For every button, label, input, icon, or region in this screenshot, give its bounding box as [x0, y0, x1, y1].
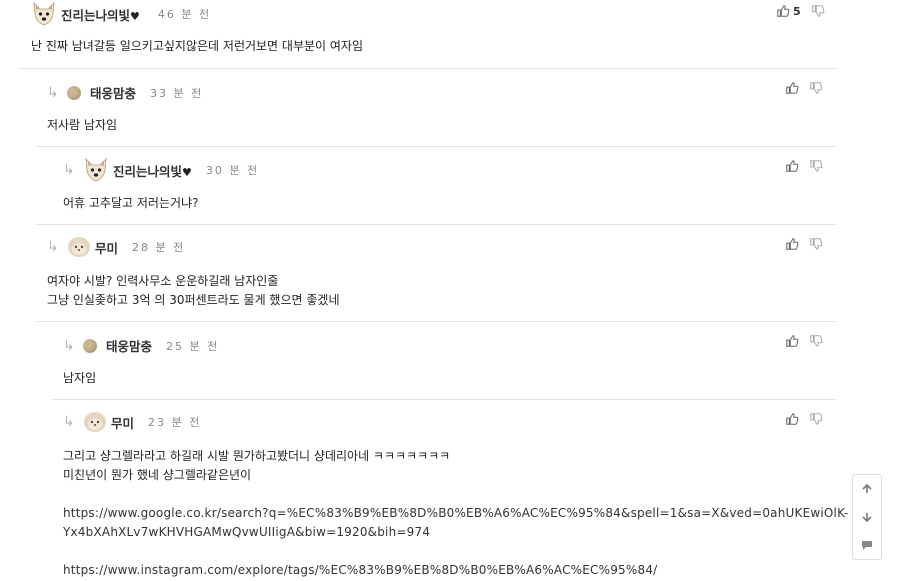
avatar[interactable]: [83, 338, 97, 353]
author-name[interactable]: 무미: [111, 413, 134, 432]
thumbs-up-icon[interactable]: [785, 412, 799, 426]
comment-text-line: 그리고 샹그렐라라고 하길래 시발 뭔가하고봤더니 샹데리아네 ㅋㅋㅋㅋㅋㅋㅋ: [63, 449, 451, 463]
comment-text: 어휴 고추달고 저러는거냐?: [63, 196, 199, 210]
author-name[interactable]: 태웅맘충: [90, 83, 136, 102]
vote-controls: [785, 412, 823, 426]
thumbs-down-icon[interactable]: [809, 81, 823, 95]
comment-text: 난 진짜 남녀갈등 일으키고싶지않은데 저런거보면 대부분이 여자임: [31, 39, 364, 53]
timestamp: 25 분 전: [166, 339, 220, 353]
reply-arrow-icon: ↳: [47, 239, 59, 255]
comment-text: 남자임: [63, 371, 97, 385]
author-name[interactable]: 진리는나의빛♥: [61, 5, 140, 24]
author-name[interactable]: 무미: [95, 238, 118, 257]
comment-link[interactable]: https://www.instagram.com/explore/tags/%…: [63, 561, 657, 580]
comment-header: ↳ 진리는나의빛♥ 30 분 전: [63, 158, 259, 182]
comment-button[interactable]: [857, 535, 877, 555]
timestamp: 30 분 전: [205, 164, 260, 177]
vote-controls: [785, 159, 823, 173]
scroll-up-button[interactable]: [857, 479, 877, 499]
reply-arrow-icon: ↳: [63, 337, 75, 354]
comment-icon: [862, 541, 872, 550]
divider: [36, 224, 836, 225]
comment-text-line: 여자야 시발? 인력사무소 운운하길래 남자인줄: [47, 274, 279, 288]
heart-icon: ♥: [130, 9, 140, 23]
thumbs-down-icon[interactable]: [809, 412, 823, 426]
thumbs-up-icon[interactable]: [785, 159, 799, 173]
avatar[interactable]: [67, 85, 81, 100]
divider: [36, 146, 836, 147]
divider: [20, 68, 836, 69]
upvote-count: 5: [793, 4, 801, 18]
divider: [36, 321, 836, 322]
author-name[interactable]: 진리는나의빛♥: [113, 161, 192, 180]
thumbs-up-icon[interactable]: [776, 4, 790, 18]
comment-text: 저사람 남자임: [47, 118, 118, 132]
timestamp: 33 분 전: [150, 86, 204, 100]
vote-controls: [785, 237, 823, 251]
comment-header: ↳ 태웅맘충 25 분 전: [63, 336, 219, 355]
timestamp: 23 분 전: [148, 416, 202, 429]
heart-icon: ♥: [182, 165, 192, 179]
vote-controls: [785, 81, 823, 95]
reply-arrow-icon: ↳: [63, 414, 75, 430]
comment-header: ↳ 무미 23 분 전: [63, 411, 201, 433]
thumbs-down-icon[interactable]: [809, 334, 823, 348]
thumbs-down-icon[interactable]: [811, 4, 825, 18]
comment-link[interactable]: Yx4bXAhXLv7wKHVHGAMwQvwUIIigA&biw=1920&b…: [63, 523, 430, 542]
comment-link[interactable]: https://www.google.co.kr/search?q=%EC%83…: [63, 504, 848, 523]
reply-arrow-icon: ↳: [47, 84, 59, 101]
arrow-down-icon: [862, 513, 872, 523]
reply-arrow-icon: ↳: [63, 162, 75, 178]
avatar[interactable]: [67, 236, 91, 258]
avatar[interactable]: [31, 2, 57, 26]
thumbs-up-icon[interactable]: [785, 237, 799, 251]
vote-controls: 5: [776, 4, 825, 18]
avatar[interactable]: [83, 158, 109, 182]
timestamp: 28 분 전: [132, 241, 186, 254]
thumbs-up-icon[interactable]: [785, 81, 799, 95]
comment-header: 진리는나의빛♥ 46 분 전: [31, 2, 211, 26]
vote-controls: [785, 334, 823, 348]
divider: [52, 399, 836, 400]
comment-header: ↳ 태웅맘충 33 분 전: [47, 83, 203, 102]
thumbs-up-icon[interactable]: [785, 334, 799, 348]
thumbs-down-icon[interactable]: [809, 237, 823, 251]
timestamp: 46 분 전: [157, 8, 212, 21]
arrow-up-icon: [862, 483, 872, 493]
thumbs-down-icon[interactable]: [809, 159, 823, 173]
comment-header: ↳ 무미 28 분 전: [47, 236, 185, 258]
comment-text-line: 그냥 인실좆하고 3억 의 30퍼센트라도 물게 했으면 좋겠네: [47, 293, 340, 307]
comment-text-line: 미친년이 뭔가 했네 샹그렐라같은년이: [63, 468, 252, 482]
avatar[interactable]: [83, 411, 107, 433]
author-name[interactable]: 태웅맘충: [106, 336, 152, 355]
scroll-down-button[interactable]: [857, 507, 877, 527]
floating-nav-panel: [852, 474, 882, 560]
